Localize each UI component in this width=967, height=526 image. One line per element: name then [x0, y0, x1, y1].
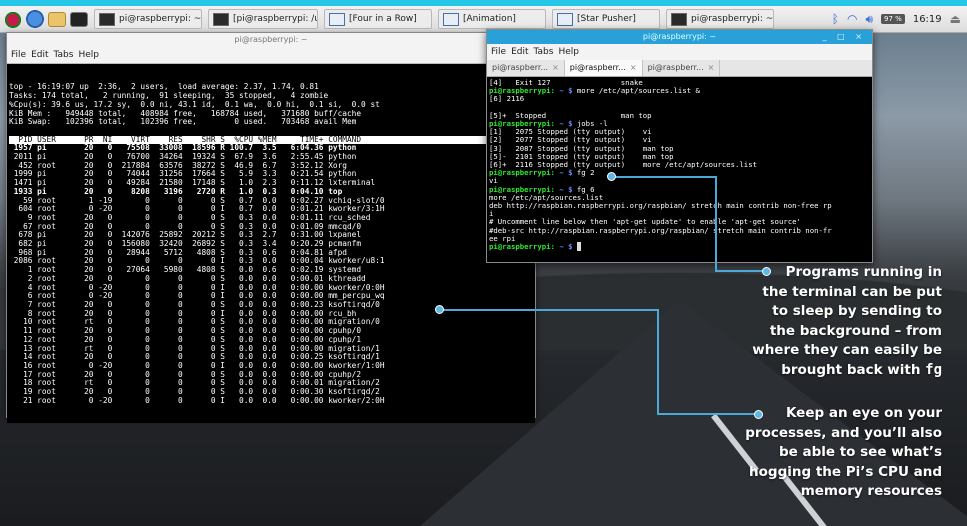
- window-icon: [329, 12, 345, 26]
- taskbar-task-animation[interactable]: [Animation]: [438, 9, 546, 29]
- window-title-bar[interactable]: pi@raspberrypi: ~ _ □ ×: [487, 30, 872, 44]
- terminal-icon: [99, 12, 115, 26]
- taskbar-task-star-pusher[interactable]: [Star Pusher]: [552, 9, 660, 29]
- process-row: 21 root 0 -20 0 0 0 I 0.0 0.0 0:00.00 kw…: [9, 395, 385, 405]
- terminal-line: pi@raspberrypi: ~ $ more /etc/apt/source…: [489, 87, 870, 95]
- close-tab-icon[interactable]: ×: [552, 63, 559, 72]
- prompt-user: pi@raspberrypi:: [489, 242, 555, 252]
- prompt-dir: ~ $: [559, 242, 573, 252]
- window-icon: [557, 12, 573, 26]
- command-text: more /etc/apt/sources.list &: [572, 86, 700, 96]
- callout-line: [657, 309, 659, 413]
- terminal-line: #deb-src http://raspbian.raspberrypi.org…: [489, 225, 832, 235]
- prompt-dir: ~ $: [559, 86, 573, 96]
- eject-icon[interactable]: ⏏: [950, 12, 961, 26]
- window-icon: [443, 12, 459, 26]
- menu-edit[interactable]: Edit: [511, 47, 528, 57]
- web-browser-icon[interactable]: [26, 10, 44, 28]
- battery-indicator: 97 %: [881, 14, 905, 24]
- top-terminal-window[interactable]: pi@raspberrypi: ~ File Edit Tabs Help top -…: [6, 32, 536, 423]
- taskbar-task-terminal-2[interactable]: pi@raspberrypi: ~: [666, 9, 774, 29]
- terminal-icon: [213, 12, 229, 26]
- menu-edit[interactable]: Edit: [31, 50, 48, 60]
- file-manager-icon[interactable]: [48, 11, 66, 27]
- terminal-line: [6] 2116: [489, 94, 525, 104]
- menu-bar: File Edit Tabs Help: [7, 47, 535, 64]
- terminal-tabs: pi@raspberr... × pi@raspberr... × pi@raspb…: [487, 60, 872, 77]
- menu-file[interactable]: File: [491, 47, 506, 57]
- tab-terminal-3[interactable]: pi@raspberr... ×: [643, 60, 721, 76]
- jobs-output[interactable]: [4] Exit 127 snake pi@raspberrypi: ~ $ mo…: [487, 77, 872, 252]
- prompt-user: pi@raspberrypi:: [489, 168, 555, 178]
- top-summary-line: KiB Swap: 102396 total, 102396 free, 0 u…: [9, 117, 357, 127]
- cursor: [576, 242, 582, 252]
- wifi-icon[interactable]: ◠: [847, 12, 857, 26]
- callout-dot: [607, 172, 616, 181]
- volume-icon[interactable]: 🔊︎: [865, 12, 873, 27]
- taskbar-task-terminal-usr[interactable]: [pi@raspberrypi: /usr/...: [208, 9, 318, 29]
- callout-processes: Keep an eye on your processes, and you’ll…: [745, 405, 942, 499]
- command-text: fg 2: [572, 168, 595, 178]
- top-output[interactable]: top - 16:19:07 up 2:36, 2 users, load av…: [7, 64, 535, 423]
- taskbar-task-four-in-a-row[interactable]: [Four in a Row]: [324, 9, 432, 29]
- clock: 16:19: [912, 13, 942, 25]
- menu-tabs[interactable]: Tabs: [534, 47, 554, 57]
- window-title[interactable]: pi@raspberrypi: ~: [7, 33, 535, 47]
- terminal-icon: [671, 12, 687, 26]
- menu-tabs[interactable]: Tabs: [54, 50, 74, 60]
- menu-help[interactable]: Help: [78, 50, 99, 60]
- raspberry-menu-icon[interactable]: [4, 10, 22, 28]
- menu-bar: File Edit Tabs Help: [487, 44, 872, 60]
- terminal-launcher-icon[interactable]: [70, 11, 88, 27]
- close-tab-icon[interactable]: ×: [708, 63, 715, 72]
- bluetooth-icon[interactable]: ᛒ: [832, 12, 839, 26]
- tab-terminal-2[interactable]: pi@raspberr... ×: [564, 60, 643, 76]
- process-table: 1957 pi 20 0 75508 33008 18596 R 100.7 3…: [9, 144, 533, 405]
- tab-terminal-1[interactable]: pi@raspberr... ×: [487, 60, 565, 76]
- menu-file[interactable]: File: [11, 50, 26, 60]
- window-title: pi@raspberrypi: ~: [642, 32, 717, 41]
- callout-line: [612, 176, 716, 178]
- terminal-line: pi@raspberrypi: ~ $: [489, 242, 870, 252]
- jobs-terminal-window[interactable]: pi@raspberrypi: ~ _ □ × File Edit Tabs Help …: [486, 29, 873, 263]
- taskbar-task-terminal[interactable]: pi@raspberrypi: ~: [94, 9, 202, 29]
- callout-dot: [435, 305, 444, 314]
- close-tab-icon[interactable]: ×: [630, 63, 637, 72]
- callout-background-jobs: Programs running in the terminal can be p…: [752, 264, 942, 378]
- window-controls[interactable]: _ □ ×: [823, 30, 866, 44]
- terminal-line: deb http://raspbian.raspberrypi.org/rasp…: [489, 201, 832, 211]
- prompt-dir: ~ $: [559, 168, 573, 178]
- menu-help[interactable]: Help: [558, 47, 579, 57]
- callout-line: [440, 309, 658, 311]
- system-tray: ᛒ ◠ 🔊︎ 97 % 16:19 ⏏: [832, 12, 967, 27]
- callout-line: [715, 176, 717, 270]
